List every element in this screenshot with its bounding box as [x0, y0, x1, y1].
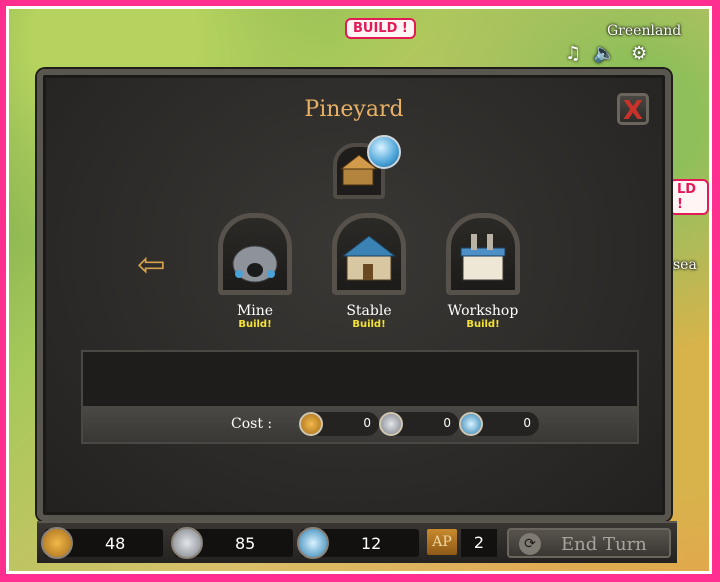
- hud-crystal-value: 12: [361, 534, 382, 553]
- hud-iron: 85: [171, 527, 293, 559]
- cost-iron: 0: [379, 412, 459, 436]
- game-viewport: BUILD ! LD ! Greenland sea ♫ 🔈 ⚙ Pineyar…: [6, 6, 712, 574]
- cost-gold-value: 0: [363, 416, 371, 430]
- cost-iron-value: 0: [443, 416, 451, 430]
- building-option-mine[interactable]: Mine Build!: [207, 213, 303, 330]
- building-name: Workshop: [447, 303, 519, 319]
- resource-hud: 48 85 12 AP 2 ⟳ End Turn: [37, 521, 677, 563]
- refresh-icon: ⟳: [519, 533, 541, 555]
- crystal-resource-icon: [367, 135, 401, 169]
- end-turn-label: End Turn: [561, 534, 647, 555]
- gold-coin-icon: [41, 527, 73, 559]
- hud-gold-value: 48: [105, 534, 126, 553]
- building-option-stable[interactable]: Stable Build!: [321, 213, 417, 330]
- map-build-badge-side[interactable]: LD !: [669, 179, 709, 215]
- region-label: Greenland: [607, 23, 682, 39]
- dialog-title: Pineyard: [304, 97, 404, 122]
- building-option-workshop[interactable]: Workshop Build!: [435, 213, 531, 330]
- cost-crystal-value: 0: [523, 416, 531, 430]
- build-dialog: Pineyard X ⇦ Mine Build! Stable Build! W…: [37, 69, 671, 521]
- settings-gear-icon[interactable]: ⚙: [631, 43, 647, 64]
- iron-ore-icon: [379, 412, 403, 436]
- sound-icon[interactable]: 🔈: [593, 43, 615, 64]
- building-status: Build!: [466, 319, 500, 330]
- iron-ore-icon: [171, 527, 203, 559]
- sea-label: sea: [673, 257, 697, 273]
- crystal-icon: [459, 412, 483, 436]
- building-name: Mine: [236, 303, 274, 319]
- hud-crystal: 12: [297, 527, 419, 559]
- crystal-icon: [297, 527, 329, 559]
- hud-iron-value: 85: [235, 534, 256, 553]
- building-name: Stable: [346, 303, 392, 319]
- back-arrow-icon[interactable]: ⇦: [137, 245, 177, 285]
- cost-crystal: 0: [459, 412, 539, 436]
- ap-value: 2: [461, 529, 497, 557]
- hud-gold: 48: [41, 527, 163, 559]
- cost-label: Cost :: [231, 416, 273, 432]
- cost-gold: 0: [299, 412, 379, 436]
- end-turn-button[interactable]: ⟳ End Turn: [507, 528, 671, 558]
- description-panel: [81, 350, 639, 408]
- ap-label: AP: [427, 529, 457, 555]
- close-button[interactable]: X: [617, 93, 649, 126]
- workshop-icon: [446, 213, 520, 295]
- mine-icon: [218, 213, 292, 295]
- gold-coin-icon: [299, 412, 323, 436]
- stable-icon: [332, 213, 406, 295]
- building-status: Build!: [352, 319, 386, 330]
- cost-bar: Cost : 0 0 0: [81, 408, 639, 444]
- music-icon[interactable]: ♫: [565, 43, 581, 64]
- building-status: Build!: [238, 319, 272, 330]
- map-build-badge[interactable]: BUILD !: [345, 18, 416, 39]
